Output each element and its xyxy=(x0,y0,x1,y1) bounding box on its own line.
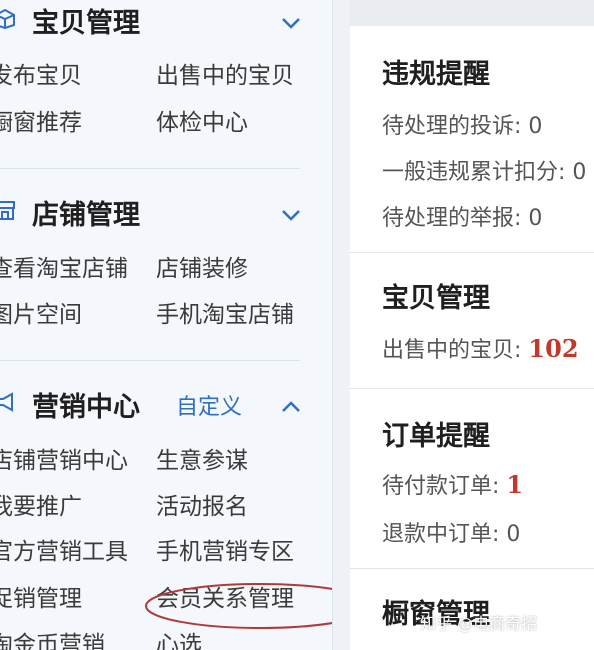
link-mobile-marketing[interactable]: 手机营销专区 xyxy=(156,536,294,568)
link-items-on-sale[interactable]: 出售中的宝贝 xyxy=(156,60,294,92)
link-publish-item[interactable]: 发布宝贝 xyxy=(0,60,82,92)
row-pending-payment[interactable]: 待付款订单: 1 xyxy=(382,468,523,500)
row-label: 待付款订单: xyxy=(382,474,500,499)
link-event-signup[interactable]: 活动报名 xyxy=(156,491,248,523)
section-header-shop-management[interactable]: 店铺管理 xyxy=(0,192,332,240)
link-member-relations[interactable]: 会员关系管理 xyxy=(156,583,294,615)
dashboard-panel: 违规提醒 待处理的投诉: 0 一般违规累计扣分: 0 待处理的举报: 0 宝贝管… xyxy=(350,0,594,650)
link-image-space[interactable]: 图片空间 xyxy=(0,299,82,331)
row-pending-complaints[interactable]: 待处理的投诉: 0 xyxy=(382,108,542,140)
link-taojinbi-marketing[interactable]: 淘金币营销 xyxy=(0,629,105,650)
row-items-on-sale[interactable]: 出售中的宝贝: 102 xyxy=(382,332,579,364)
link-promotion-management[interactable]: 促销管理 xyxy=(0,583,82,615)
divider xyxy=(350,568,594,569)
link-mobile-shop[interactable]: 手机淘宝店铺 xyxy=(156,299,294,331)
row-value: 0 xyxy=(528,206,543,231)
panel-gutter xyxy=(332,0,351,650)
section-title: 营销中心 xyxy=(32,392,140,423)
chevron-up-icon[interactable] xyxy=(280,396,302,418)
row-label: 出售中的宝贝: xyxy=(382,338,522,363)
row-label: 退款中订单: xyxy=(382,522,500,547)
megaphone-icon xyxy=(0,391,16,413)
divider xyxy=(0,360,300,361)
chevron-down-icon[interactable] xyxy=(280,204,302,226)
link-business-advisor[interactable]: 生意参谋 xyxy=(156,445,248,477)
cube-icon xyxy=(0,7,16,30)
link-window-recommend[interactable]: 橱窗推荐 xyxy=(0,107,82,139)
section-header-marketing-center[interactable]: 营销中心 自定义 xyxy=(0,384,332,432)
link-health-check[interactable]: 体检中心 xyxy=(156,107,248,139)
row-label: 一般违规累计扣分: xyxy=(382,160,566,185)
row-label: 待处理的投诉: xyxy=(382,114,522,139)
row-value: 102 xyxy=(528,334,579,363)
customize-link[interactable]: 自定义 xyxy=(176,384,242,432)
sidebar: 宝贝管理 发布宝贝 出售中的宝贝 橱窗推荐 体检中心 店铺管理 查看淘宝店铺 店… xyxy=(0,0,332,650)
panel-top-bar xyxy=(350,0,594,26)
link-official-tools[interactable]: 官方营销工具 xyxy=(0,536,128,568)
link-promote[interactable]: 我要推广 xyxy=(0,491,82,523)
row-pending-reports[interactable]: 待处理的举报: 0 xyxy=(382,200,542,232)
divider xyxy=(350,252,594,253)
row-violation-points[interactable]: 一般违规累计扣分: 0 xyxy=(382,154,586,186)
card-title: 订单提醒 xyxy=(382,421,490,452)
divider xyxy=(350,388,594,389)
link-xinxuan[interactable]: 心选 xyxy=(156,629,202,650)
chevron-down-icon[interactable] xyxy=(280,12,302,34)
link-shop-marketing[interactable]: 店铺营销中心 xyxy=(0,445,128,477)
row-value: 1 xyxy=(506,470,524,499)
section-title: 店铺管理 xyxy=(32,200,140,231)
section-title: 宝贝管理 xyxy=(32,8,140,39)
watermark: 知乎 @电商奇招 xyxy=(420,614,538,633)
row-refunding[interactable]: 退款中订单: 0 xyxy=(382,516,520,548)
link-shop-decoration[interactable]: 店铺装修 xyxy=(156,253,248,285)
link-view-shop[interactable]: 查看淘宝店铺 xyxy=(0,253,128,285)
divider xyxy=(0,168,300,169)
card-title: 违规提醒 xyxy=(382,59,490,90)
row-value: 0 xyxy=(506,522,521,547)
section-header-item-management[interactable]: 宝贝管理 xyxy=(0,0,332,48)
row-value: 0 xyxy=(528,114,543,139)
shop-icon xyxy=(0,199,16,221)
row-value: 0 xyxy=(572,160,587,185)
card-title: 宝贝管理 xyxy=(382,283,490,314)
row-label: 待处理的举报: xyxy=(382,206,522,231)
